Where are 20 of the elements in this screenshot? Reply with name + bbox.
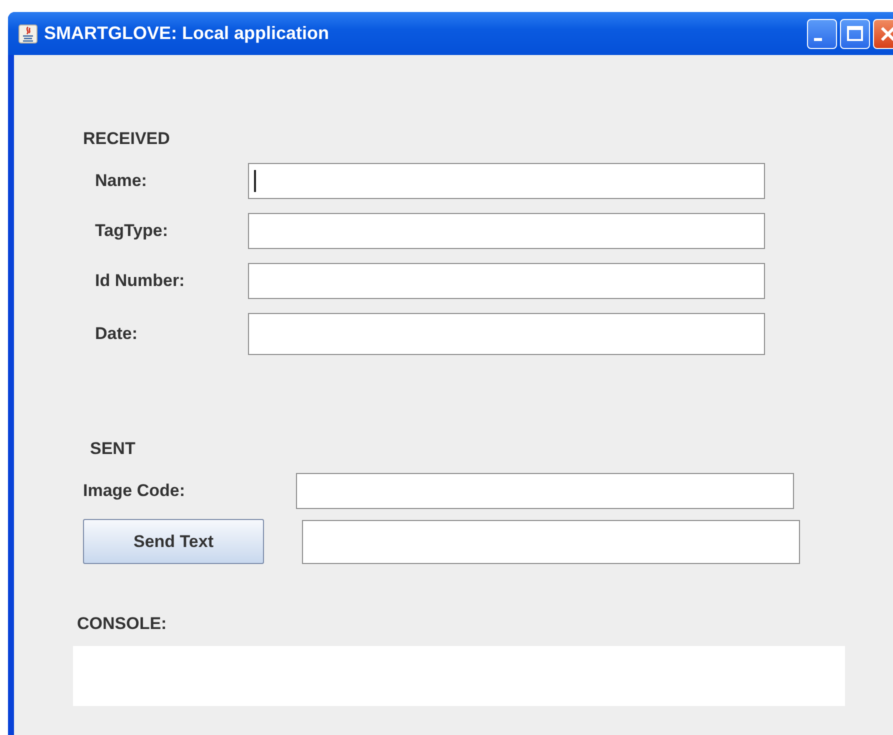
section-heading: RECEIVED: [83, 129, 171, 149]
text-field[interactable]: [296, 473, 794, 509]
field-label: Name:: [94, 171, 148, 191]
minimize-icon: [814, 38, 822, 41]
text-field[interactable]: [248, 313, 765, 355]
send-button[interactable]: Send Text: [83, 519, 264, 564]
field-label: Date:: [94, 324, 139, 344]
maximize-button[interactable]: [840, 18, 870, 48]
app-icon: [18, 24, 38, 44]
field-label: Id Number:: [94, 271, 186, 291]
text-field[interactable]: [248, 263, 765, 299]
text-field[interactable]: [248, 213, 765, 249]
text-field[interactable]: [248, 163, 765, 199]
section-heading: SENT: [90, 439, 136, 459]
text-field[interactable]: [302, 520, 800, 564]
minimize-button[interactable]: [807, 18, 837, 48]
window-title: SMARTGLOVE: Local application: [44, 23, 330, 44]
field-label: TagType:: [94, 221, 170, 241]
field-label: Image Code:: [82, 481, 186, 501]
console-label: CONSOLE:: [77, 614, 168, 634]
